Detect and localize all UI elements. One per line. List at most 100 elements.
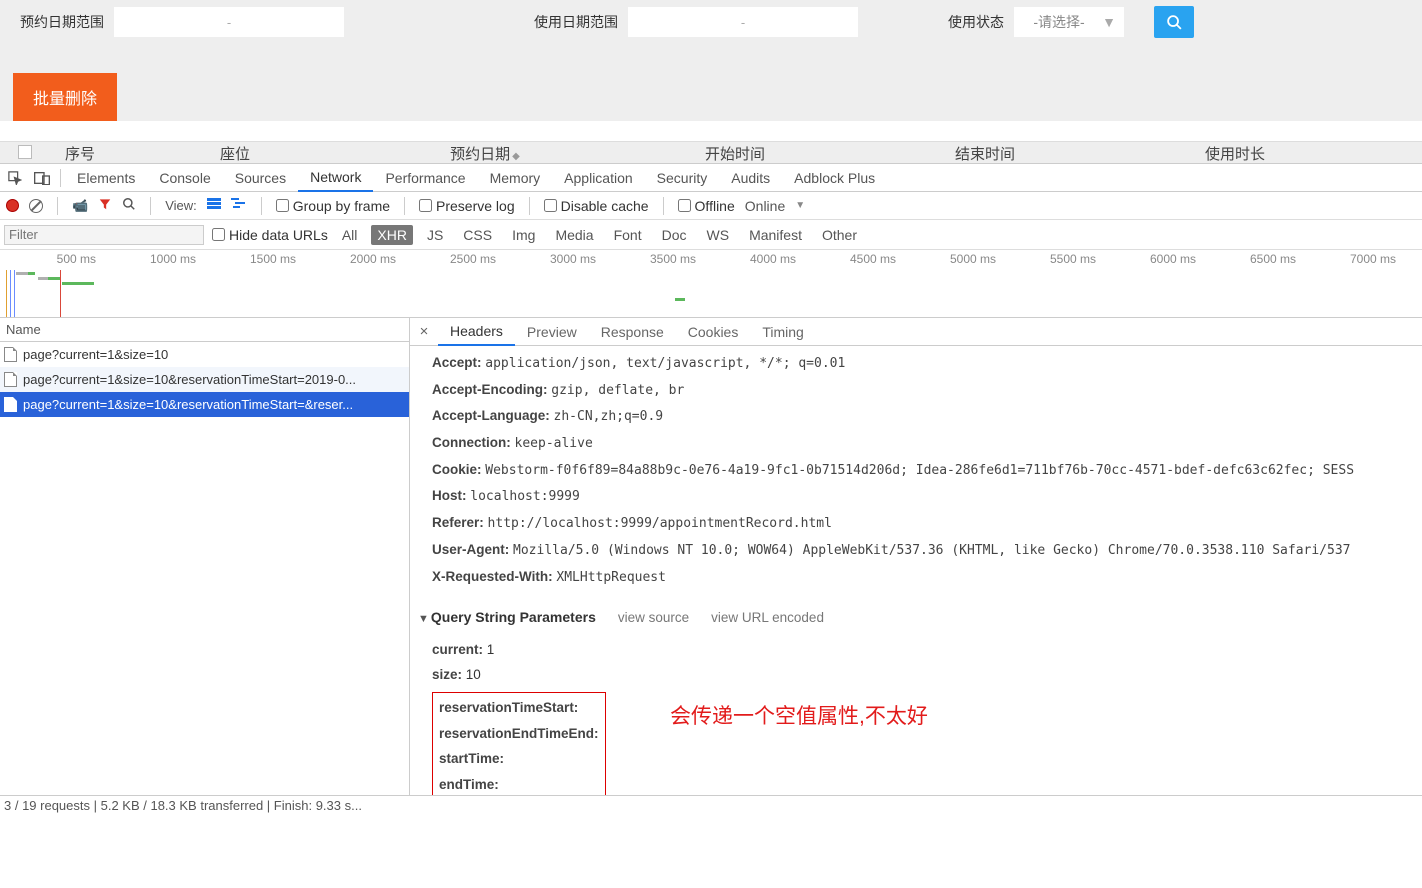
- param-key: reservationTimeStart:: [439, 700, 578, 715]
- filter-doc[interactable]: Doc: [656, 225, 693, 245]
- tab-memory[interactable]: Memory: [478, 164, 553, 192]
- header-line: Accept-Encoding: gzip, deflate, br: [432, 377, 1422, 404]
- group-by-frame-check[interactable]: Group by frame: [276, 198, 390, 214]
- time-mark: 4500 ms: [800, 252, 900, 266]
- table-header-row: 序号 座位 预约日期◆ 开始时间 结束时间 使用时长: [0, 141, 1422, 163]
- search-icon[interactable]: [122, 197, 136, 214]
- preserve-log-check[interactable]: Preserve log: [419, 198, 515, 214]
- col-duration[interactable]: 使用时长: [1110, 143, 1360, 163]
- header-line: Accept-Language: zh-CN,zh;q=0.9: [432, 403, 1422, 430]
- separator: [663, 197, 664, 215]
- use-status-select[interactable]: -请选择- ▼: [1014, 7, 1124, 37]
- record-icon: [6, 199, 19, 212]
- use-range-input[interactable]: -: [628, 7, 858, 37]
- offline-check[interactable]: Offline: [678, 198, 735, 214]
- header-line: Accept: application/json, text/javascrip…: [432, 350, 1422, 377]
- reserve-range-input[interactable]: -: [114, 7, 344, 37]
- waterfall-icon[interactable]: [231, 198, 247, 213]
- view-source-link[interactable]: view source: [618, 605, 689, 631]
- load-line: [60, 270, 61, 317]
- filter-media[interactable]: Media: [549, 225, 599, 245]
- req-bar: [28, 272, 35, 275]
- tab-cookies[interactable]: Cookies: [676, 318, 751, 346]
- tab-adblock[interactable]: Adblock Plus: [782, 164, 887, 192]
- clear-icon: [29, 199, 43, 213]
- clear-button[interactable]: [29, 199, 43, 213]
- record-button[interactable]: [6, 199, 19, 212]
- param-value: 10: [466, 667, 481, 682]
- qsp-section-header[interactable]: ▼Query String Parameters view source vie…: [418, 604, 1422, 631]
- request-name: page?current=1&size=10: [23, 347, 168, 362]
- filter-icon[interactable]: [98, 197, 112, 214]
- network-timeline[interactable]: 500 ms 1000 ms 1500 ms 2000 ms 2500 ms 3…: [0, 250, 1422, 318]
- filter-css[interactable]: CSS: [457, 225, 498, 245]
- request-list: page?current=1&size=10 page?current=1&si…: [0, 342, 409, 795]
- reserve-range-label: 预约日期范围: [20, 12, 104, 32]
- filter-font[interactable]: Font: [608, 225, 648, 245]
- tab-network[interactable]: Network: [298, 164, 373, 192]
- param-key: size:: [432, 667, 462, 682]
- filter-manifest[interactable]: Manifest: [743, 225, 808, 245]
- col-index[interactable]: 序号: [50, 143, 110, 163]
- header-key: User-Agent:: [432, 542, 509, 557]
- chevron-down-icon: ▼: [1102, 14, 1116, 30]
- header-key: X-Requested-With:: [432, 569, 553, 584]
- tab-security[interactable]: Security: [645, 164, 720, 192]
- tab-headers[interactable]: Headers: [438, 318, 515, 346]
- disable-cache-check[interactable]: Disable cache: [544, 198, 649, 214]
- detail-pane: × Headers Preview Response Cookies Timin…: [410, 318, 1422, 795]
- large-rows-icon[interactable]: [207, 198, 221, 213]
- name-column-header[interactable]: Name: [0, 318, 409, 342]
- filter-xhr[interactable]: XHR: [371, 225, 413, 245]
- header-key: Accept-Language:: [432, 408, 550, 423]
- time-labels: 500 ms 1000 ms 1500 ms 2000 ms 2500 ms 3…: [0, 252, 1422, 266]
- select-all-checkbox[interactable]: [18, 145, 32, 159]
- filter-img[interactable]: Img: [506, 225, 541, 245]
- header-value: keep-alive: [515, 436, 593, 451]
- throttle-select[interactable]: Online: [745, 198, 785, 214]
- param-key: endTime:: [439, 777, 499, 792]
- header-key: Accept-Encoding:: [432, 382, 548, 397]
- req-bar: [38, 277, 48, 280]
- action-area: 批量删除: [0, 48, 1422, 121]
- request-row[interactable]: page?current=1&size=10&reservationTimeSt…: [0, 392, 409, 417]
- filter-input[interactable]: [4, 225, 204, 245]
- col-start-time[interactable]: 开始时间: [610, 143, 860, 163]
- inspect-icon[interactable]: [0, 170, 28, 185]
- request-row[interactable]: page?current=1&size=10&reservationTimeSt…: [0, 367, 409, 392]
- tab-sources[interactable]: Sources: [223, 164, 298, 192]
- cache-label: Disable cache: [561, 198, 649, 214]
- tab-elements[interactable]: Elements: [65, 164, 147, 192]
- col-end-time[interactable]: 结束时间: [860, 143, 1110, 163]
- col-seat[interactable]: 座位: [110, 143, 360, 163]
- use-range-label: 使用日期范围: [534, 12, 618, 32]
- search-button[interactable]: [1154, 6, 1194, 38]
- filter-js[interactable]: JS: [421, 225, 449, 245]
- separator: [57, 197, 58, 215]
- request-row[interactable]: page?current=1&size=10: [0, 342, 409, 367]
- tab-console[interactable]: Console: [147, 164, 222, 192]
- filter-ws[interactable]: WS: [701, 225, 736, 245]
- network-toolbar: 📹 View: Group by frame Preserve log Disa…: [0, 192, 1422, 220]
- filter-all[interactable]: All: [336, 225, 364, 245]
- tab-application[interactable]: Application: [552, 164, 645, 192]
- devtools-tab-bar: Elements Console Sources Network Perform…: [0, 164, 1422, 192]
- view-url-encoded-link[interactable]: view URL encoded: [711, 605, 824, 631]
- tab-response[interactable]: Response: [589, 318, 676, 346]
- hide-data-urls-check[interactable]: Hide data URLs: [212, 227, 328, 243]
- header-line: User-Agent: Mozilla/5.0 (Windows NT 10.0…: [432, 537, 1422, 564]
- device-toggle-icon[interactable]: [28, 171, 56, 185]
- col-reserve-date-label: 预约日期: [450, 146, 510, 163]
- batch-delete-button[interactable]: 批量删除: [13, 73, 117, 121]
- tab-preview[interactable]: Preview: [515, 318, 589, 346]
- filter-other[interactable]: Other: [816, 225, 863, 245]
- tab-performance[interactable]: Performance: [373, 164, 477, 192]
- tab-timing[interactable]: Timing: [750, 318, 816, 346]
- param-line: startTime:: [439, 746, 599, 772]
- tab-audits[interactable]: Audits: [719, 164, 782, 192]
- close-detail-button[interactable]: ×: [410, 323, 438, 340]
- param-line: endTime:: [439, 772, 599, 795]
- screenshot-icon[interactable]: 📹: [72, 198, 88, 214]
- header-key: Accept:: [432, 355, 482, 370]
- col-reserve-date[interactable]: 预约日期◆: [360, 143, 610, 163]
